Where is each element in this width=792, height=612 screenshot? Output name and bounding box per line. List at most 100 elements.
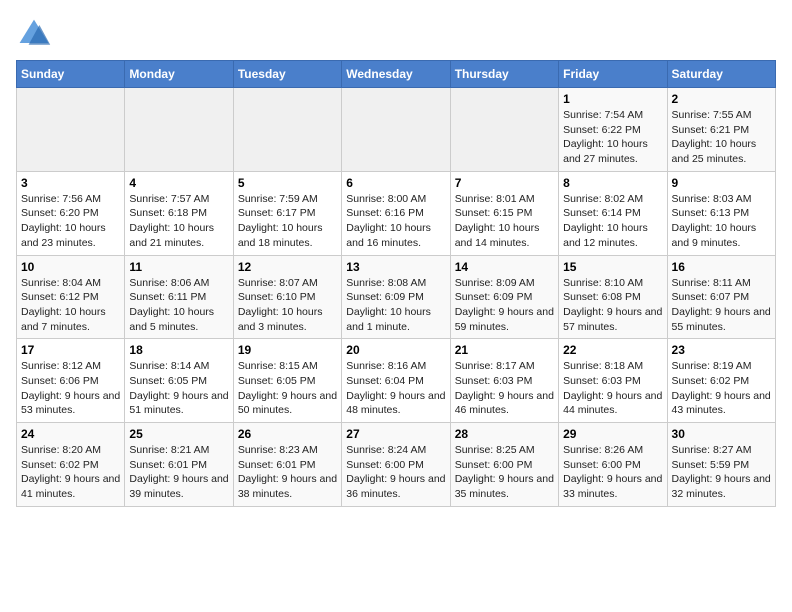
day-number: 30 [672,427,771,441]
day-info: Sunrise: 8:15 AM Sunset: 6:05 PM Dayligh… [238,359,337,418]
calendar-cell [342,88,450,172]
day-number: 9 [672,176,771,190]
calendar-cell: 22 Sunrise: 8:18 AM Sunset: 6:03 PM Dayli… [559,339,667,423]
calendar-cell: 3Sunrise: 7:56 AM Sunset: 6:20 PM Daylig… [17,171,125,255]
day-number: 14 [455,260,554,274]
day-number: 18 [129,343,228,357]
day-info: Sunrise: 8:06 AM Sunset: 6:11 PM Dayligh… [129,276,228,335]
day-number: 25 [129,427,228,441]
day-info: Sunrise: 8:11 AM Sunset: 6:07 PM Dayligh… [672,276,771,335]
calendar-cell: 29 Sunrise: 8:26 AM Sunset: 6:00 PM Dayli… [559,423,667,507]
weekday-header-row: SundayMondayTuesdayWednesdayThursdayFrid… [17,61,776,88]
day-number: 26 [238,427,337,441]
calendar-week-5: 24 Sunrise: 8:20 AM Sunset: 6:02 PM Dayli… [17,423,776,507]
day-number: 11 [129,260,228,274]
calendar-week-4: 17 Sunrise: 8:12 AM Sunset: 6:06 PM Dayli… [17,339,776,423]
day-number: 27 [346,427,445,441]
calendar-cell: 11 Sunrise: 8:06 AM Sunset: 6:11 PM Dayli… [125,255,233,339]
day-number: 5 [238,176,337,190]
calendar-cell: 2 Sunrise: 7:55 AM Sunset: 6:21 PM Daylig… [667,88,775,172]
day-number: 1 [563,92,662,106]
day-info: Sunrise: 8:01 AM Sunset: 6:15 PM Dayligh… [455,192,554,251]
weekday-header-monday: Monday [125,61,233,88]
day-info: Sunrise: 7:57 AM Sunset: 6:18 PM Dayligh… [129,192,228,251]
calendar-cell: 1 Sunrise: 7:54 AM Sunset: 6:22 PM Daylig… [559,88,667,172]
page-header [16,16,776,52]
day-number: 24 [21,427,120,441]
day-info: Sunrise: 8:20 AM Sunset: 6:02 PM Dayligh… [21,443,120,502]
day-info: Sunrise: 8:27 AM Sunset: 5:59 PM Dayligh… [672,443,771,502]
day-number: 10 [21,260,120,274]
day-info: Sunrise: 8:07 AM Sunset: 6:10 PM Dayligh… [238,276,337,335]
calendar-cell: 15Sunrise: 8:10 AM Sunset: 6:08 PM Dayli… [559,255,667,339]
day-info: Sunrise: 7:54 AM Sunset: 6:22 PM Dayligh… [563,108,662,167]
calendar-cell: 26 Sunrise: 8:23 AM Sunset: 6:01 PM Dayli… [233,423,341,507]
day-info: Sunrise: 8:16 AM Sunset: 6:04 PM Dayligh… [346,359,445,418]
day-info: Sunrise: 8:09 AM Sunset: 6:09 PM Dayligh… [455,276,554,335]
day-number: 16 [672,260,771,274]
calendar-cell: 25 Sunrise: 8:21 AM Sunset: 6:01 PM Dayli… [125,423,233,507]
day-info: Sunrise: 8:14 AM Sunset: 6:05 PM Dayligh… [129,359,228,418]
calendar-cell: 30 Sunrise: 8:27 AM Sunset: 5:59 PM Dayli… [667,423,775,507]
calendar-cell: 8 Sunrise: 8:02 AM Sunset: 6:14 PM Daylig… [559,171,667,255]
calendar-cell: 13Sunrise: 8:08 AM Sunset: 6:09 PM Dayli… [342,255,450,339]
calendar-cell: 23 Sunrise: 8:19 AM Sunset: 6:02 PM Dayli… [667,339,775,423]
day-number: 13 [346,260,445,274]
calendar-cell: 4Sunrise: 7:57 AM Sunset: 6:18 PM Daylig… [125,171,233,255]
day-info: Sunrise: 8:26 AM Sunset: 6:00 PM Dayligh… [563,443,662,502]
day-info: Sunrise: 7:55 AM Sunset: 6:21 PM Dayligh… [672,108,771,167]
calendar-cell: 16 Sunrise: 8:11 AM Sunset: 6:07 PM Dayli… [667,255,775,339]
calendar-cell: 17 Sunrise: 8:12 AM Sunset: 6:06 PM Dayli… [17,339,125,423]
day-info: Sunrise: 8:10 AM Sunset: 6:08 PM Dayligh… [563,276,662,335]
logo [16,16,56,52]
weekday-header-thursday: Thursday [450,61,558,88]
calendar-header: SundayMondayTuesdayWednesdayThursdayFrid… [17,61,776,88]
calendar-week-1: 1 Sunrise: 7:54 AM Sunset: 6:22 PM Daylig… [17,88,776,172]
day-number: 8 [563,176,662,190]
day-info: Sunrise: 8:18 AM Sunset: 6:03 PM Dayligh… [563,359,662,418]
calendar-cell: 12Sunrise: 8:07 AM Sunset: 6:10 PM Dayli… [233,255,341,339]
day-info: Sunrise: 8:25 AM Sunset: 6:00 PM Dayligh… [455,443,554,502]
calendar-cell: 10Sunrise: 8:04 AM Sunset: 6:12 PM Dayli… [17,255,125,339]
calendar-cell: 7 Sunrise: 8:01 AM Sunset: 6:15 PM Daylig… [450,171,558,255]
calendar-cell: 19 Sunrise: 8:15 AM Sunset: 6:05 PM Dayli… [233,339,341,423]
day-info: Sunrise: 8:12 AM Sunset: 6:06 PM Dayligh… [21,359,120,418]
calendar-cell [233,88,341,172]
calendar-cell: 5Sunrise: 7:59 AM Sunset: 6:17 PM Daylig… [233,171,341,255]
day-info: Sunrise: 8:00 AM Sunset: 6:16 PM Dayligh… [346,192,445,251]
day-number: 29 [563,427,662,441]
day-number: 23 [672,343,771,357]
calendar-cell: 6 Sunrise: 8:00 AM Sunset: 6:16 PM Daylig… [342,171,450,255]
day-number: 20 [346,343,445,357]
calendar-cell: 20 Sunrise: 8:16 AM Sunset: 6:04 PM Dayli… [342,339,450,423]
day-info: Sunrise: 8:19 AM Sunset: 6:02 PM Dayligh… [672,359,771,418]
day-number: 2 [672,92,771,106]
calendar-week-3: 10Sunrise: 8:04 AM Sunset: 6:12 PM Dayli… [17,255,776,339]
day-info: Sunrise: 8:21 AM Sunset: 6:01 PM Dayligh… [129,443,228,502]
day-number: 6 [346,176,445,190]
weekday-header-tuesday: Tuesday [233,61,341,88]
weekday-header-saturday: Saturday [667,61,775,88]
calendar-cell: 21Sunrise: 8:17 AM Sunset: 6:03 PM Dayli… [450,339,558,423]
calendar-table: SundayMondayTuesdayWednesdayThursdayFrid… [16,60,776,507]
calendar-cell: 14 Sunrise: 8:09 AM Sunset: 6:09 PM Dayli… [450,255,558,339]
weekday-header-sunday: Sunday [17,61,125,88]
day-info: Sunrise: 8:02 AM Sunset: 6:14 PM Dayligh… [563,192,662,251]
day-number: 19 [238,343,337,357]
day-info: Sunrise: 7:56 AM Sunset: 6:20 PM Dayligh… [21,192,120,251]
calendar-cell: 9Sunrise: 8:03 AM Sunset: 6:13 PM Daylig… [667,171,775,255]
calendar-cell: 24 Sunrise: 8:20 AM Sunset: 6:02 PM Dayli… [17,423,125,507]
calendar-cell: 27Sunrise: 8:24 AM Sunset: 6:00 PM Dayli… [342,423,450,507]
calendar-body: 1 Sunrise: 7:54 AM Sunset: 6:22 PM Daylig… [17,88,776,507]
weekday-header-friday: Friday [559,61,667,88]
day-info: Sunrise: 8:17 AM Sunset: 6:03 PM Dayligh… [455,359,554,418]
day-number: 22 [563,343,662,357]
day-number: 17 [21,343,120,357]
calendar-cell [17,88,125,172]
calendar-cell [125,88,233,172]
calendar-cell [450,88,558,172]
day-number: 28 [455,427,554,441]
day-info: Sunrise: 8:23 AM Sunset: 6:01 PM Dayligh… [238,443,337,502]
day-number: 7 [455,176,554,190]
calendar-week-2: 3Sunrise: 7:56 AM Sunset: 6:20 PM Daylig… [17,171,776,255]
